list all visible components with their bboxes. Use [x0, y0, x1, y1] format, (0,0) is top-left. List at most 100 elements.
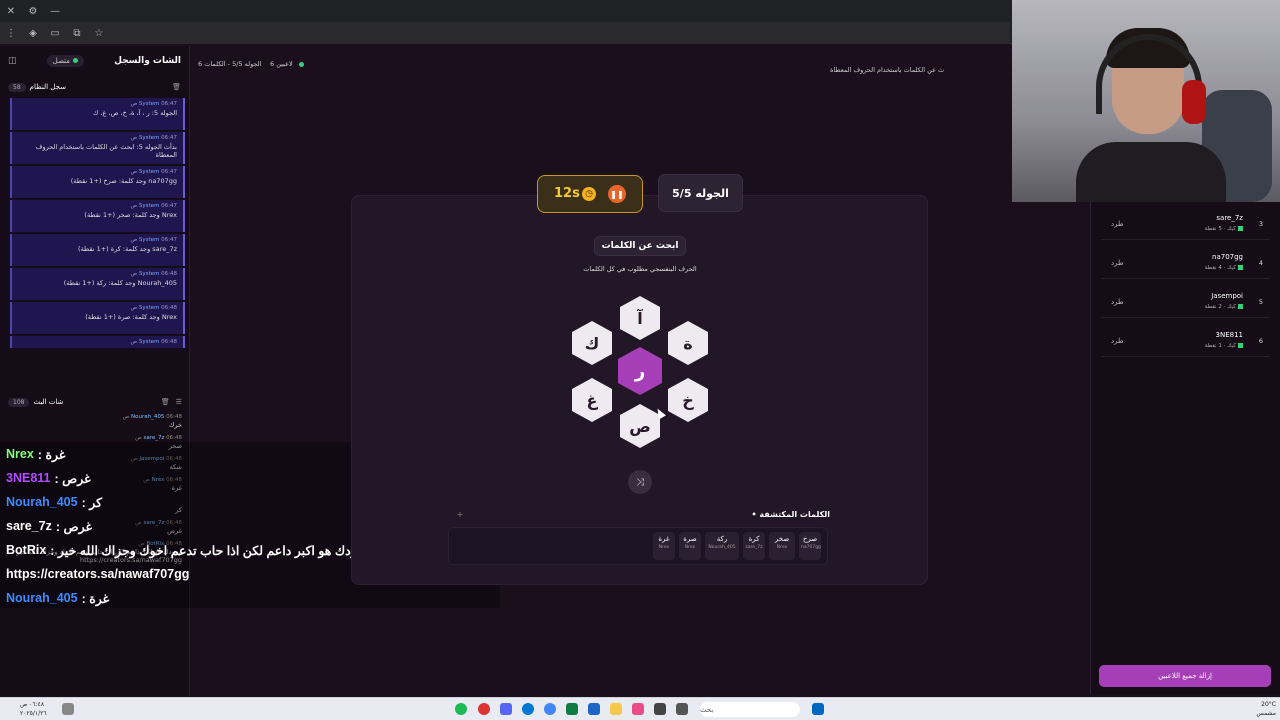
kick-button[interactable]: طرد	[1111, 259, 1124, 267]
player-name: 3NE811	[1215, 331, 1243, 339]
windows-start-icon[interactable]	[812, 703, 824, 715]
log-text: Nrex وجد كلمة: غرة (+1 نقطة)	[18, 347, 177, 348]
stream-chat-count: 108	[8, 397, 30, 407]
log-text: na707gg وجد كلمة: صرخ (+1 نقطة)	[70, 177, 177, 185]
page-subtitle: ث عن الكلمات باستخدام الحروف المعطاة	[830, 66, 945, 74]
log-entry: System 06:47 ص na707gg وجد كلمة: صرخ (+1 …	[10, 166, 185, 198]
system-log-title: سجل النظام	[29, 83, 66, 91]
pause-button[interactable]: ❚❚	[608, 185, 626, 203]
overlay-text: : غرص	[55, 519, 93, 534]
overlay-text: : غرص	[54, 471, 91, 486]
sidebar-icon[interactable]: ▭	[44, 22, 66, 44]
hint-text: الحرف البنفسجي مطلوب في كل الكلمات	[583, 265, 697, 273]
app-icon[interactable]	[632, 703, 644, 715]
log-meta: System 06:48 ص	[18, 271, 177, 277]
log-meta: System 06:47 ص	[18, 135, 177, 141]
chat-text: خرك	[169, 421, 182, 429]
log-text: بدأت الجوله 5: ابحث عن الكلمات باستخدام …	[35, 143, 177, 159]
overlay-text: : وجودك هو اكبر داعم لكن اذا حاب تدعم اخ…	[50, 543, 371, 558]
stream-chat-header: ☰ 🗑 شات البث 108	[0, 391, 190, 413]
weather: 20°C مشمس	[1256, 701, 1276, 717]
found-word: ركة	[716, 535, 728, 543]
found-word-chip: كرة sare_7z	[743, 532, 765, 560]
log-entry: System 06:47 ص بدأت الجوله 5: ابحث عن الك…	[10, 132, 185, 164]
player-rank: 5	[1258, 298, 1263, 306]
overlay-text: https://creators.sa/nawaf707gg	[6, 567, 190, 581]
player-row: طرد sare_7z كيك · 5 نقطة 3	[1101, 208, 1269, 240]
minimize-icon[interactable]: —	[44, 0, 66, 22]
spotify-icon[interactable]	[455, 703, 467, 715]
webcam-feed	[1012, 0, 1280, 202]
log-sender: System	[138, 305, 162, 311]
edge-icon[interactable]	[522, 703, 534, 715]
clock-icon: ◷	[582, 187, 596, 201]
speaker-icon[interactable]	[62, 703, 74, 715]
status-icon	[1238, 343, 1243, 348]
player-points: كيك · 2 نقطة	[1205, 304, 1243, 310]
extension-icon[interactable]: ◈	[22, 22, 44, 44]
app-icon[interactable]	[676, 703, 688, 715]
trash-icon[interactable]: 🗑	[161, 398, 170, 406]
log-sender: System	[138, 101, 162, 107]
player-name: na707gg	[1212, 253, 1243, 261]
kick-button[interactable]: طرد	[1111, 220, 1124, 228]
round-indicator: الجوله 5/5	[658, 174, 743, 212]
player-row: طرد Jasempoi كيك · 2 نقطة 5	[1101, 286, 1269, 318]
found-words-title: الكلمات المكتشفة •	[751, 510, 830, 519]
mode-button[interactable]: ابحث عن الكلمات	[594, 236, 686, 256]
system-log: System 06:47 ص الجوله 5: ر ، آ، ة، خ، ص، …	[0, 98, 189, 348]
log-meta: System 06:47 ص	[18, 237, 177, 243]
round-info: الجوله 5/5 - الكلمات 6	[198, 60, 262, 68]
folder-icon[interactable]	[610, 703, 622, 715]
timer: 12s ◷ ❚❚	[537, 175, 643, 213]
overlay-chat-line: Nourah_405: غرة	[0, 586, 500, 610]
taskbar: ٠٦:٤٨ ص ٢٠٢٥/١/٢٦ بحث 20°C مشمس	[0, 697, 1280, 720]
connection-badge: متصل	[46, 55, 84, 67]
overlay-user: Nourah_405	[6, 591, 78, 605]
chrome-icon[interactable]	[544, 703, 556, 715]
log-entry: System 06:47 ص Nrex وجد كلمة: صخر (+1 نقط…	[10, 200, 185, 232]
found-words-list: صرخ na707gg صخر Nrex كرة sare_7z ركة Nourah_405…	[448, 527, 828, 565]
app-icon[interactable]	[478, 703, 490, 715]
found-word-chip: صخر Nrex	[769, 532, 795, 560]
discord-icon[interactable]	[500, 703, 512, 715]
player-row: طرد 3NE811 كيك · 1 نقطة 6	[1101, 325, 1269, 357]
found-word-player: sare_7z	[745, 545, 763, 550]
overlay-user: Nrex	[6, 447, 34, 461]
remove-all-players-button[interactable]: إزالة جميع اللاعبين	[1099, 665, 1271, 687]
kick-button[interactable]: طرد	[1111, 298, 1124, 306]
settings-icon[interactable]: ⚙	[22, 0, 44, 22]
add-icon[interactable]: +	[455, 510, 465, 520]
store-icon[interactable]	[588, 703, 600, 715]
players-count: 6 لاعبين	[270, 60, 304, 68]
log-entry: System 06:48 ص Nrex وجد كلمة: صرة (+1 نقط…	[10, 302, 185, 334]
player-points: كيك · 4 نقطة	[1205, 265, 1243, 271]
overlay-user: BotRix	[6, 543, 47, 557]
kick-button[interactable]: طرد	[1111, 337, 1124, 345]
log-sender: System	[138, 271, 162, 277]
more-icon[interactable]: ⋮	[0, 22, 22, 44]
chat-user: Nourah_405	[131, 414, 167, 420]
trash-icon[interactable]: 🗑	[172, 83, 181, 91]
log-text: الجوله 5: ر ، آ، ة، خ، ص، غ، ك	[93, 109, 177, 117]
found-word: كرة	[748, 535, 760, 543]
found-word: صرخ	[802, 535, 818, 543]
app-icon[interactable]	[654, 703, 666, 715]
star-icon[interactable]: ☆	[88, 22, 110, 44]
chat-meta: sare_7z 06:48 ص	[8, 435, 182, 441]
shuffle-button[interactable]: ⤨	[628, 470, 652, 494]
log-text: Nourah_405 وجد كلمة: ركة (+1 نقطة)	[63, 279, 177, 287]
excel-icon[interactable]	[566, 703, 578, 715]
copy-icon[interactable]: ⧉	[66, 22, 88, 44]
found-word-chip: ركة Nourah_405	[705, 532, 739, 560]
overlay-text: : كر	[81, 495, 103, 510]
log-entry: System 06:47 ص sare_7z وجد كلمة: كرة (+1 …	[10, 234, 185, 266]
list-icon[interactable]: ☰	[176, 398, 182, 406]
close-icon[interactable]: ✕	[0, 0, 22, 22]
shuffle-icon: ⤨	[636, 476, 644, 488]
found-word-chip: صرخ na707gg	[799, 532, 821, 560]
taskbar-search[interactable]: بحث	[700, 702, 800, 717]
collapse-icon[interactable]: ◫	[8, 56, 17, 66]
log-sender: System	[138, 203, 162, 209]
players-panel: طرد sare_7z كيك · 5 نقطة 3 طرد na707gg كيك · 4…	[1090, 200, 1280, 694]
